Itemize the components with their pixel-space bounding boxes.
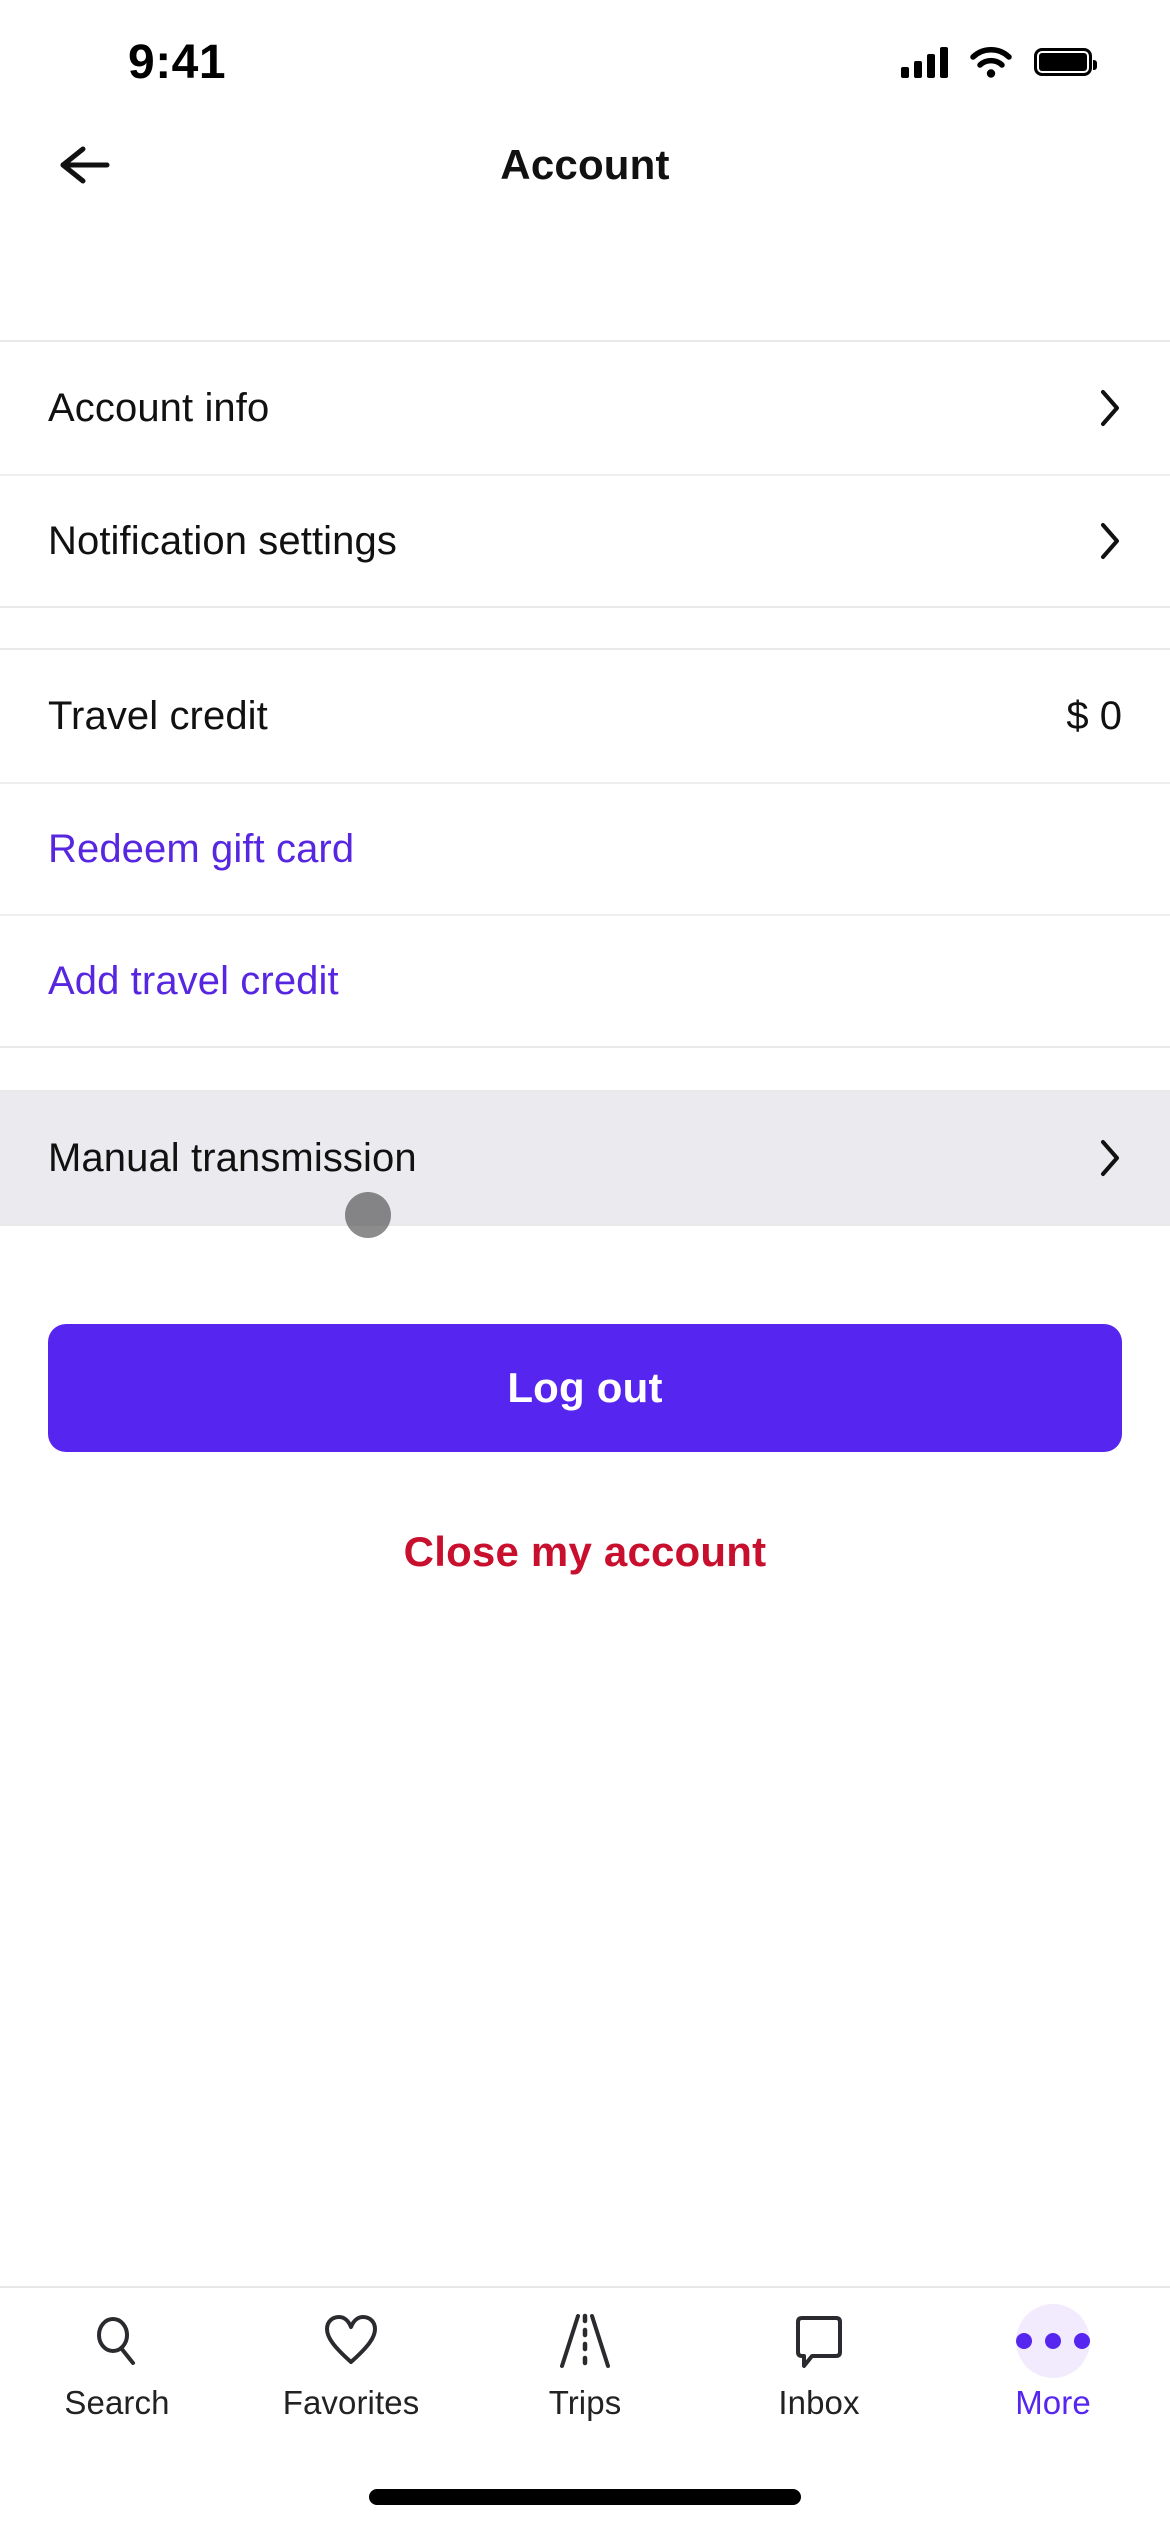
logout-button[interactable]: Log out: [48, 1324, 1122, 1452]
tab-trips[interactable]: Trips: [468, 2310, 702, 2422]
close-account-button[interactable]: Close my account: [48, 1502, 1122, 1602]
travel-credit-section: Travel credit $ 0 Redeem gift card Add t…: [0, 648, 1170, 1048]
tab-label: Inbox: [778, 2384, 860, 2421]
road-icon: [546, 2310, 624, 2372]
settings-content: Account info Notification settings Trave…: [0, 220, 1170, 2286]
ellipsis-icon: [1014, 2310, 1092, 2372]
section-divider-gap: [0, 608, 1170, 648]
home-indicator-bar[interactable]: [369, 2489, 801, 2505]
heart-icon: [312, 2310, 390, 2372]
status-indicators: [901, 46, 1097, 78]
search-icon: [78, 2310, 156, 2372]
account-actions: Log out Close my account: [0, 1226, 1170, 1602]
tab-label: Trips: [548, 2384, 622, 2421]
chevron-right-icon: [1098, 1137, 1122, 1179]
row-label: Add travel credit: [48, 958, 339, 1003]
row-label: Manual transmission: [48, 1135, 417, 1180]
tab-label: More: [1015, 2384, 1091, 2421]
row-manual-transmission[interactable]: Manual transmission: [0, 1092, 1170, 1224]
tab-favorites[interactable]: Favorites: [234, 2310, 468, 2422]
row-label: Redeem gift card: [48, 826, 355, 871]
cellular-signal-icon: [901, 46, 948, 78]
row-label: Notification settings: [48, 518, 397, 563]
page-title: Account: [500, 141, 670, 188]
tab-more[interactable]: More: [936, 2310, 1170, 2422]
tab-inbox[interactable]: Inbox: [702, 2310, 936, 2422]
navigation-bar: Account: [0, 110, 1170, 220]
tab-label: Search: [64, 2384, 170, 2421]
content-top-spacer: [0, 220, 1170, 340]
row-label: Account info: [48, 385, 270, 430]
tab-search[interactable]: Search: [0, 2310, 234, 2422]
speech-bubble-icon: [780, 2310, 858, 2372]
wifi-icon: [970, 47, 1012, 78]
row-redeem-gift-card[interactable]: Redeem gift card: [0, 782, 1170, 914]
bottom-tab-bar: Search Favorites Trips Inbox More: [0, 2286, 1170, 2462]
home-indicator-area: [0, 2462, 1170, 2532]
arrow-left-icon: [60, 146, 110, 184]
chevron-right-icon: [1098, 387, 1122, 429]
app-screen: 9:41 Account Account info Notification s…: [0, 0, 1170, 2532]
row-account-info[interactable]: Account info: [0, 342, 1170, 474]
preferences-section: Manual transmission: [0, 1090, 1170, 1226]
row-notification-settings[interactable]: Notification settings: [0, 474, 1170, 606]
status-bar: 9:41: [0, 0, 1170, 110]
account-section: Account info Notification settings: [0, 340, 1170, 608]
row-label: Travel credit: [48, 693, 268, 738]
status-time: 9:41: [128, 35, 227, 89]
battery-full-icon: [1034, 48, 1097, 76]
travel-credit-value: $ 0: [1066, 693, 1122, 738]
back-button[interactable]: [40, 120, 130, 210]
row-travel-credit: Travel credit $ 0: [0, 650, 1170, 782]
tab-label: Favorites: [282, 2384, 420, 2421]
section-divider-gap: [0, 1048, 1170, 1090]
content-filler: [0, 1602, 1170, 2286]
chevron-right-icon: [1098, 520, 1122, 562]
row-add-travel-credit[interactable]: Add travel credit: [0, 914, 1170, 1046]
